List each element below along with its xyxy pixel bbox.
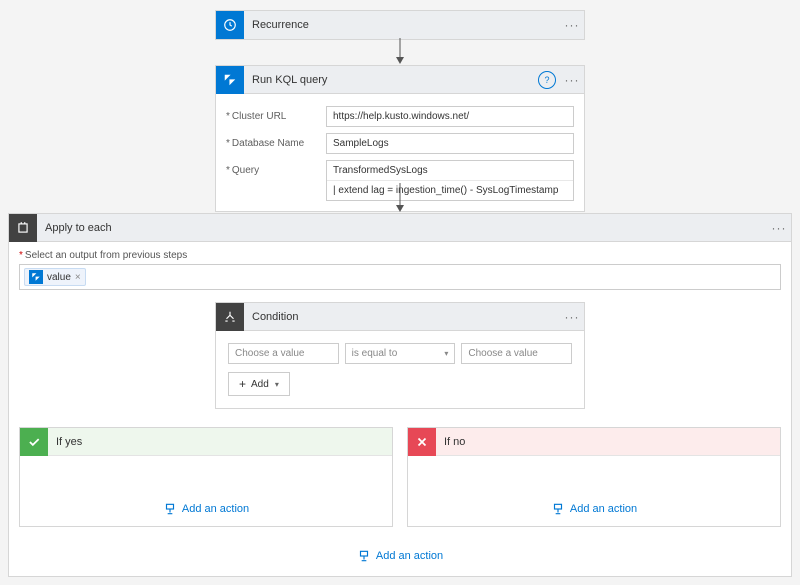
condition-title: Condition (244, 311, 560, 323)
recurrence-card[interactable]: Recurrence ··· (215, 10, 585, 40)
arrow-down-icon (396, 38, 404, 65)
condition-right-input[interactable]: Choose a value (461, 343, 572, 364)
add-action-yes[interactable]: Add an action (163, 502, 249, 516)
if-no-title: If no (436, 436, 780, 448)
clock-icon (216, 11, 244, 39)
if-no-header[interactable]: If no (408, 428, 780, 456)
chevron-down-icon: ▾ (275, 380, 279, 389)
check-icon (20, 428, 48, 456)
query-line: | extend lag = ingestion_time() - SysLog… (327, 180, 573, 200)
chevron-down-icon: ▾ (444, 349, 448, 358)
recurrence-title: Recurrence (244, 19, 560, 31)
kusto-icon (29, 270, 43, 284)
add-action-icon (551, 502, 565, 516)
database-name-input[interactable] (326, 133, 574, 154)
if-yes-header[interactable]: If yes (20, 428, 392, 456)
select-output-label: Select an output from previous steps (19, 250, 781, 261)
apply-menu[interactable]: ··· (767, 221, 791, 235)
plus-icon: + (239, 377, 246, 391)
condition-header[interactable]: Condition ··· (216, 303, 584, 331)
query-input[interactable]: TransformedSysLogs | extend lag = ingest… (326, 160, 574, 201)
token-label: value (47, 272, 71, 283)
if-yes-branch: If yes Add an action (19, 427, 393, 527)
condition-left-input[interactable]: Choose a value (228, 343, 339, 364)
if-yes-title: If yes (48, 436, 392, 448)
loop-icon (9, 214, 37, 242)
database-name-label: Database Name (226, 133, 326, 149)
kusto-icon (216, 66, 244, 94)
add-action-icon (163, 502, 177, 516)
arrow-down-icon (396, 183, 404, 213)
condition-icon (216, 303, 244, 331)
cluster-url-input[interactable] (326, 106, 574, 127)
if-no-branch: If no Add an action (407, 427, 781, 527)
apply-to-each-card: Apply to each ··· Select an output from … (8, 213, 792, 577)
add-action-no[interactable]: Add an action (551, 502, 637, 516)
add-condition-button[interactable]: + Add ▾ (228, 372, 290, 396)
apply-header[interactable]: Apply to each ··· (9, 214, 791, 242)
query-line: TransformedSysLogs (327, 161, 573, 180)
condition-menu[interactable]: ··· (560, 310, 584, 324)
cluster-url-label: Cluster URL (226, 106, 326, 122)
condition-card: Condition ··· Choose a value is equal to… (215, 302, 585, 409)
add-action-icon (357, 549, 371, 563)
value-token[interactable]: value × (24, 268, 86, 286)
help-icon[interactable]: ? (538, 71, 556, 89)
recurrence-menu[interactable]: ··· (560, 18, 584, 32)
condition-operator-select[interactable]: is equal to▾ (345, 343, 456, 364)
add-action-bottom[interactable]: Add an action (357, 549, 443, 563)
close-icon (408, 428, 436, 456)
token-remove[interactable]: × (75, 272, 81, 283)
apply-title: Apply to each (37, 222, 767, 234)
kql-menu[interactable]: ··· (560, 73, 584, 87)
select-output-input[interactable]: value × (19, 264, 781, 290)
query-label: Query (226, 160, 326, 176)
kql-title: Run KQL query (244, 74, 538, 86)
